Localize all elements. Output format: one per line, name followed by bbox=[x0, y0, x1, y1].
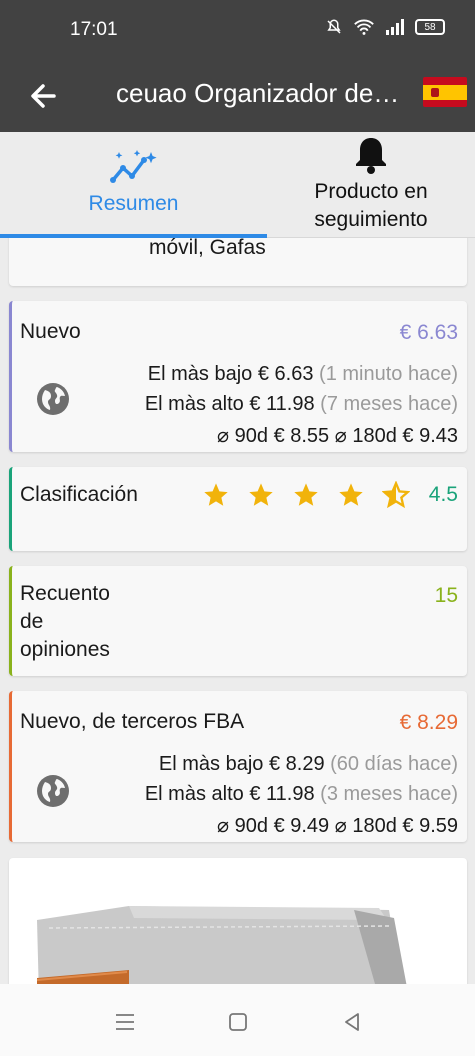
star-icon bbox=[249, 483, 273, 506]
spain-flag[interactable] bbox=[423, 77, 467, 107]
new-price-card[interactable]: Nuevo € 6.63 El màs bajo € 6.63 (1 minut… bbox=[9, 301, 467, 452]
new-lowest-label: El màs bajo bbox=[147, 363, 253, 385]
product-title-tail: móvil, Gafas bbox=[149, 238, 266, 259]
new-lowest-value: € 6.63 bbox=[257, 363, 314, 385]
tab-tracking-label: Producto en seguimiento bbox=[314, 180, 428, 231]
new-lowest-ago: (1 minuto hace) bbox=[319, 363, 458, 385]
fba-lowest-ago: (60 días hace) bbox=[330, 753, 458, 775]
new-highest-ago: (7 meses hace) bbox=[320, 393, 458, 415]
fba-avg180-label: ⌀ 180d bbox=[334, 815, 397, 837]
fba-highest-line: El màs alto € 11.98 (3 meses hace) bbox=[145, 783, 458, 806]
rating-stars bbox=[202, 481, 410, 509]
new-price-title: Nuevo bbox=[20, 320, 81, 343]
status-bar: 17:01 58 bbox=[0, 0, 475, 60]
mute-icon bbox=[327, 19, 341, 34]
new-highest-line: El màs alto € 11.98 (7 meses hace) bbox=[145, 393, 458, 416]
half-star-icon bbox=[382, 481, 410, 509]
fba-price-value: € 8.29 bbox=[399, 711, 458, 734]
fba-highest-value: € 11.98 bbox=[249, 783, 315, 805]
new-avg180-label: ⌀ 180d bbox=[334, 425, 397, 447]
tab-summary-label: Resumen bbox=[88, 192, 179, 215]
new-avg180-value: € 9.43 bbox=[402, 425, 458, 447]
fba-avg90-label: ⌀ 90d bbox=[217, 815, 268, 837]
rating-value: 4.5 bbox=[428, 483, 458, 506]
page-title: ceuao Organizador de móvil, Gafas bbox=[116, 78, 406, 108]
rating-title: Clasificación bbox=[20, 483, 138, 506]
star-icon bbox=[339, 483, 363, 506]
fba-price-title: Nuevo, de terceros FBA bbox=[20, 710, 245, 733]
star-icon bbox=[204, 483, 228, 506]
fba-lowest-line: El màs bajo € 8.29 (60 días hace) bbox=[159, 753, 458, 776]
fba-avg90-value: € 9.49 bbox=[273, 815, 330, 837]
back-icon[interactable] bbox=[340, 1010, 364, 1034]
review-count-value: 15 bbox=[434, 584, 458, 607]
product-image bbox=[36, 906, 407, 984]
status-icons: 58 bbox=[325, 18, 445, 36]
fba-avg180-value: € 9.59 bbox=[402, 815, 458, 837]
system-nav-bar bbox=[0, 984, 475, 1056]
fba-highest-ago: (3 meses hace) bbox=[320, 783, 458, 805]
fba-highest-label: El màs alto bbox=[144, 783, 244, 805]
fba-lowest-label: El màs bajo bbox=[158, 753, 264, 775]
tab-summary[interactable]: Resumen bbox=[0, 132, 267, 238]
back-arrow-icon[interactable] bbox=[24, 76, 64, 116]
product-image-card[interactable] bbox=[9, 858, 467, 984]
globe-icon bbox=[37, 775, 69, 807]
new-lowest-line: El màs bajo € 6.63 (1 minuto hace) bbox=[148, 363, 458, 386]
tab-bar: Resumen Producto en seguimiento bbox=[0, 132, 475, 238]
globe-icon bbox=[37, 383, 69, 415]
fba-average-line: ⌀ 90d € 9.49 ⌀ 180d € 9.59 bbox=[217, 813, 458, 838]
chart-sparkle-icon bbox=[109, 150, 157, 183]
status-time: 17:01 bbox=[70, 19, 118, 40]
review-count-title: Recuento de opiniones bbox=[20, 582, 110, 661]
app-bar: ceuao Organizador de móvil, Gafas bbox=[0, 60, 475, 132]
wifi-icon bbox=[354, 19, 374, 35]
home-icon[interactable] bbox=[226, 1010, 250, 1034]
fba-lowest-value: € 8.29 bbox=[268, 753, 325, 775]
summary-content[interactable]: móvil, Gafas Nuevo € 6.63 El màs bajo € … bbox=[0, 238, 475, 984]
signal-icon bbox=[386, 19, 404, 35]
tab-tracking[interactable]: Producto en seguimiento bbox=[267, 132, 475, 238]
rating-card[interactable]: Clasificación 4.5 bbox=[9, 467, 467, 551]
new-average-line: ⌀ 90d € 8.55 ⌀ 180d € 9.43 bbox=[217, 423, 458, 448]
bell-icon bbox=[356, 138, 386, 174]
fba-price-card[interactable]: Nuevo, de terceros FBA € 8.29 El màs baj… bbox=[9, 691, 467, 842]
star-icon bbox=[294, 483, 318, 506]
new-avg90-label: ⌀ 90d bbox=[217, 425, 268, 447]
new-highest-value: € 11.98 bbox=[249, 393, 315, 415]
battery-icon: 58 bbox=[415, 19, 445, 35]
menu-icon[interactable] bbox=[113, 1010, 137, 1034]
new-price-value: € 6.63 bbox=[399, 321, 458, 344]
new-highest-label: El màs alto bbox=[144, 393, 244, 415]
product-title-card: móvil, Gafas bbox=[9, 238, 467, 286]
review-count-card[interactable]: Recuento de opiniones 15 bbox=[9, 566, 467, 676]
new-avg90-value: € 8.55 bbox=[273, 425, 330, 447]
